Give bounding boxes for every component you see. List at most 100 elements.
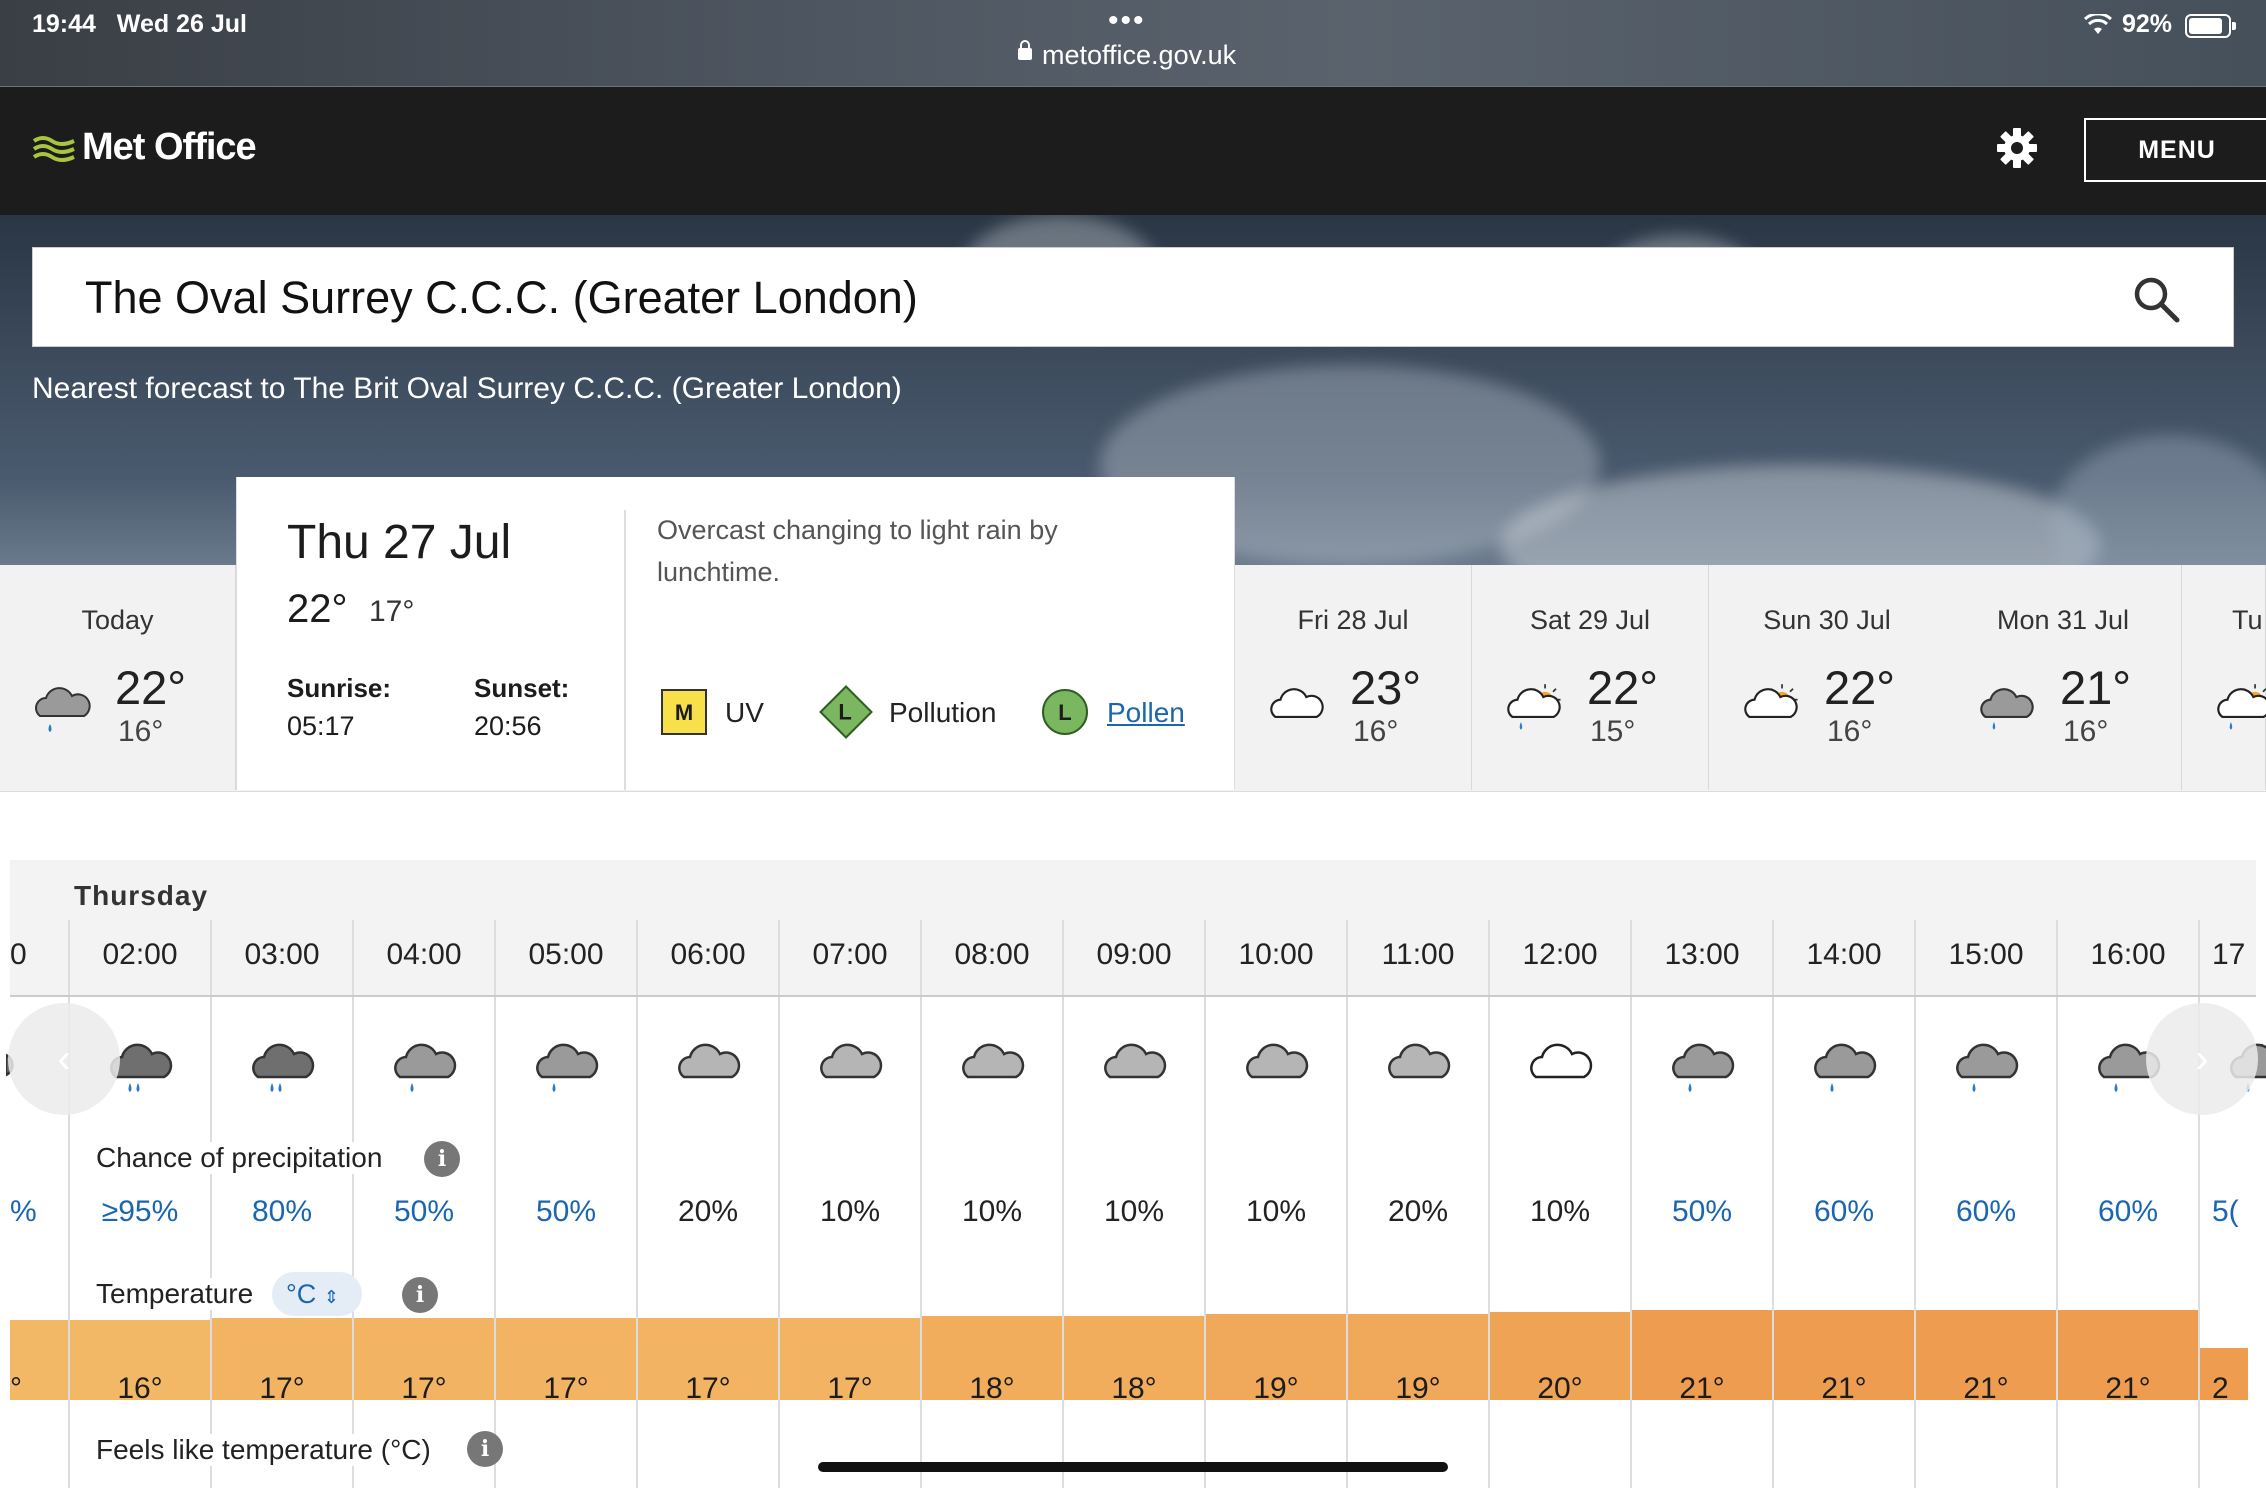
day-low: 15° [1590,715,1636,748]
light-rain-cloud-icon [1975,680,2037,740]
temperature-info-icon[interactable]: i [402,1277,438,1313]
hour-precipitation: 10% [961,1195,1023,1228]
hour-column: 08:00 10% 18° [922,920,1064,1488]
hour-precipitation: 10% [1103,1195,1165,1228]
menu-button[interactable]: MENU [2084,118,2266,182]
pollen-badge[interactable]: L [1042,689,1088,735]
overcast-icon [1098,1035,1170,1103]
day-high: 22° [1824,661,1896,714]
hour-temperature: 2 [2212,1372,2229,1405]
hour-column: 05:00 50% 17° [496,920,638,1488]
uv-label[interactable]: UV [725,697,764,729]
wifi-icon [2084,14,2112,34]
pollen-link[interactable]: Pollen [1107,697,1185,729]
selected-day-low: 17° [369,595,415,628]
hour-column: 13:00 50% 21° [1632,920,1774,1488]
hour-time: 09:00 [1096,938,1172,971]
scroll-left-button[interactable]: ‹ [8,1003,120,1115]
pollution-label[interactable]: Pollution [889,697,996,729]
day-card[interactable]: Mon 31 Jul 21° 16° [1945,565,2182,790]
hour-time: 13:00 [1664,938,1740,971]
sunny-intervals-shower-icon [1502,680,1564,740]
unit-value: °C [286,1279,317,1309]
overcast-icon [672,1035,744,1103]
hour-time: 10:00 [1238,938,1314,971]
precip-row-label: Chance of precipitation [96,1142,383,1174]
light-rain-icon [1808,1035,1880,1103]
hour-precipitation: 5( [2212,1195,2239,1228]
scroll-right-button[interactable]: › [2146,1003,2258,1115]
day-card[interactable]: Tu [2182,565,2266,790]
sunset-time: 20:56 [474,711,542,741]
overcast-icon [814,1035,886,1103]
address-bar-url[interactable]: metoffice.gov.uk [1042,40,1236,71]
day-card[interactable]: Sun 30 Jul 22° 16° [1709,565,1946,790]
hour-time: 11:00 [1381,938,1455,971]
temperature-unit-select[interactable]: °C ⇕ [272,1272,362,1316]
hour-precipitation: % [10,1195,37,1228]
light-rain-icon [1950,1035,2022,1103]
nearest-forecast-text: Nearest forecast to The Brit Oval Surrey… [32,372,902,405]
hour-temperature: 17° [685,1372,731,1405]
uv-badge[interactable]: M [661,689,707,735]
precip-info-icon[interactable]: i [424,1141,460,1177]
light-rain-icon [530,1035,602,1103]
day-label: Tu [2232,605,2263,635]
hour-temperature: 19° [1395,1372,1441,1405]
tab-overview-dots[interactable]: ••• [1108,4,1146,38]
hour-precipitation: 10% [1245,1195,1307,1228]
sunrise-time: 05:17 [287,711,355,741]
day-low: 16° [1827,715,1873,748]
day-low: 16° [1353,715,1399,748]
gear-icon[interactable] [1996,127,2038,169]
hour-precipitation: 20% [677,1195,739,1228]
day-summary: Overcast changing to light rain by lunch… [657,515,1058,587]
hour-time: 08:00 [954,938,1030,971]
met-office-logo-icon[interactable] [32,135,76,165]
day-high: 22° [1587,661,1659,714]
hour-time: 02:00 [102,938,178,971]
selected-day-card: Thu 27 Jul 22° 17° Sunrise: 05:17 Sunset… [236,477,1235,790]
pollution-badge[interactable]: L [819,685,873,739]
sunny-intervals-icon [1739,680,1801,740]
hour-column: 15:00 60% 21° [1916,920,2058,1488]
hour-temperature: ° [10,1372,22,1405]
hour-time: 14:00 [1806,938,1882,971]
hour-temperature: 19° [1253,1372,1299,1405]
hour-precipitation: 10% [1529,1195,1591,1228]
hour-precipitation: 50% [1671,1195,1733,1228]
hour-temperature: 20° [1537,1372,1583,1405]
met-office-logo-text[interactable]: Met Office [82,126,257,169]
location-search-input[interactable]: The Oval Surrey C.C.C. (Greater London) [32,247,2234,347]
day-card-today[interactable]: Today 22° 16° [0,565,236,790]
day-high: 21° [2060,661,2132,714]
day-label: Fri 28 Jul [1297,605,1409,635]
hour-column: 10:00 10% 19° [1206,920,1348,1488]
hour-time: 04:00 [386,938,462,971]
selected-day-high: 22° [287,587,348,631]
hour-precipitation: 20% [1387,1195,1449,1228]
hour-temperature: 17° [401,1372,447,1405]
hour-time: 16:00 [2090,938,2166,971]
battery-percent: 92% [2122,10,2173,38]
chevron-updown-icon: ⇕ [323,1287,339,1307]
day-card[interactable]: Fri 28 Jul 23° 16° [1235,565,1472,790]
hour-time: 12:00 [1522,938,1598,971]
hour-temperature: 16° [117,1372,163,1405]
hour-temperature: 18° [1111,1372,1157,1405]
hour-column: 11:00 20% 19° [1348,920,1490,1488]
day-label: Sun 30 Jul [1763,605,1891,635]
cloud-icon [1265,680,1327,740]
feels-like-info-icon[interactable]: i [467,1431,503,1467]
search-icon[interactable] [2131,274,2181,324]
hour-column: 16:00 60% 21° [2058,920,2200,1488]
hour-precipitation: ≥95% [101,1195,179,1228]
hour-column: 14:00 60% 21° [1774,920,1916,1488]
overcast-icon [1382,1035,1454,1103]
hour-column: 04:00 50% 17° [354,920,496,1488]
hour-precipitation: 60% [2097,1195,2159,1228]
hour-precipitation: 60% [1955,1195,2017,1228]
day-card[interactable]: Sat 29 Jul 22° 15° [1472,565,1709,790]
hour-time: 17 [2212,938,2246,971]
sunny-intervals-shower-icon [2212,680,2266,740]
